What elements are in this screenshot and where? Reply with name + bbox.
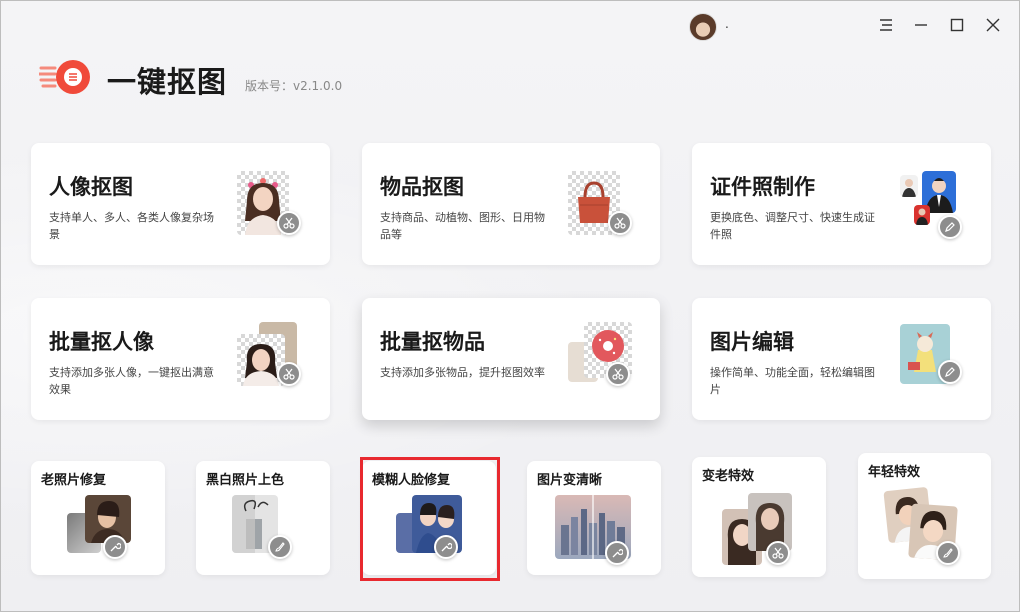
card-title: 变老特效 <box>702 469 755 484</box>
brush-icon <box>936 541 960 565</box>
app-logo-icon <box>37 57 93 97</box>
card-title: 黑白照片上色 <box>206 473 285 488</box>
card-title: 图片编辑 <box>710 330 794 354</box>
wrench-icon <box>103 535 127 559</box>
card-description: 支持商品、动植物、图形、日用物品等 <box>380 211 545 241</box>
id-photo-red-thumbnail <box>914 205 930 225</box>
card-image-sharpen[interactable]: 图片变清晰 <box>527 461 661 575</box>
id-photo-white-thumbnail <box>900 175 918 197</box>
app-title: 一键抠图 <box>107 65 228 99</box>
card-id-photo[interactable]: 证件照制作 更换底色、调整尺寸、快速生成证件照 <box>692 143 991 265</box>
card-title: 物品抠图 <box>380 175 464 199</box>
card-title: 批量抠人像 <box>49 330 154 354</box>
card-colorize[interactable]: 黑白照片上色 <box>196 461 330 575</box>
scissors-icon <box>277 362 301 386</box>
card-old-photo-restore[interactable]: 老照片修复 <box>31 461 165 575</box>
card-image-edit[interactable]: 图片编辑 操作简单、功能全面，轻松编辑图片 <box>692 298 991 420</box>
highlight-box <box>360 457 500 581</box>
card-title: 批量抠物品 <box>380 330 485 354</box>
card-portrait-cutout[interactable]: 人像抠图 支持单人、多人、各类人像复杂场景 <box>31 143 330 265</box>
card-title: 证件照制作 <box>710 175 815 199</box>
card-title: 人像抠图 <box>49 175 133 199</box>
minimize-icon[interactable] <box>909 13 933 37</box>
pencil-icon <box>938 215 962 239</box>
username[interactable]: . <box>725 17 729 31</box>
close-icon[interactable] <box>981 13 1005 37</box>
card-batch-object[interactable]: 批量抠物品 支持添加多张物品，提升抠图效率 <box>362 298 660 420</box>
card-description: 支持添加多张人像，一键抠出满意效果 <box>49 366 214 396</box>
pencil-icon <box>938 360 962 384</box>
user-avatar[interactable] <box>689 13 717 41</box>
card-object-cutout[interactable]: 物品抠图 支持商品、动植物、图形、日用物品等 <box>362 143 660 265</box>
card-batch-portrait[interactable]: 批量抠人像 支持添加多张人像，一键抠出满意效果 <box>31 298 330 420</box>
card-description: 支持添加多张物品，提升抠图效率 <box>380 366 545 379</box>
card-title: 老照片修复 <box>41 473 107 488</box>
card-aging-effect[interactable]: 变老特效 <box>692 457 826 577</box>
scissors-icon <box>608 211 632 235</box>
card-title: 图片变清晰 <box>537 473 603 488</box>
brush-icon <box>268 535 292 559</box>
app-window: . 一键抠图 版本号：v2.1.0.0 人像抠图 支持单人、多人、各类人像复杂场… <box>0 0 1020 612</box>
card-description: 更换底色、调整尺寸、快速生成证件照 <box>710 211 875 241</box>
scissors-icon <box>606 362 630 386</box>
card-description: 操作简单、功能全面，轻松编辑图片 <box>710 366 875 396</box>
scissors-icon <box>766 541 790 565</box>
card-title: 年轻特效 <box>868 465 921 480</box>
card-youth-effect[interactable]: 年轻特效 <box>858 453 991 579</box>
app-version: 版本号：v2.1.0.0 <box>245 79 343 93</box>
maximize-icon[interactable] <box>945 13 969 37</box>
scissors-icon <box>277 211 301 235</box>
wrench-icon <box>605 541 629 565</box>
card-description: 支持单人、多人、各类人像复杂场景 <box>49 211 214 241</box>
menu-icon[interactable] <box>874 13 898 37</box>
